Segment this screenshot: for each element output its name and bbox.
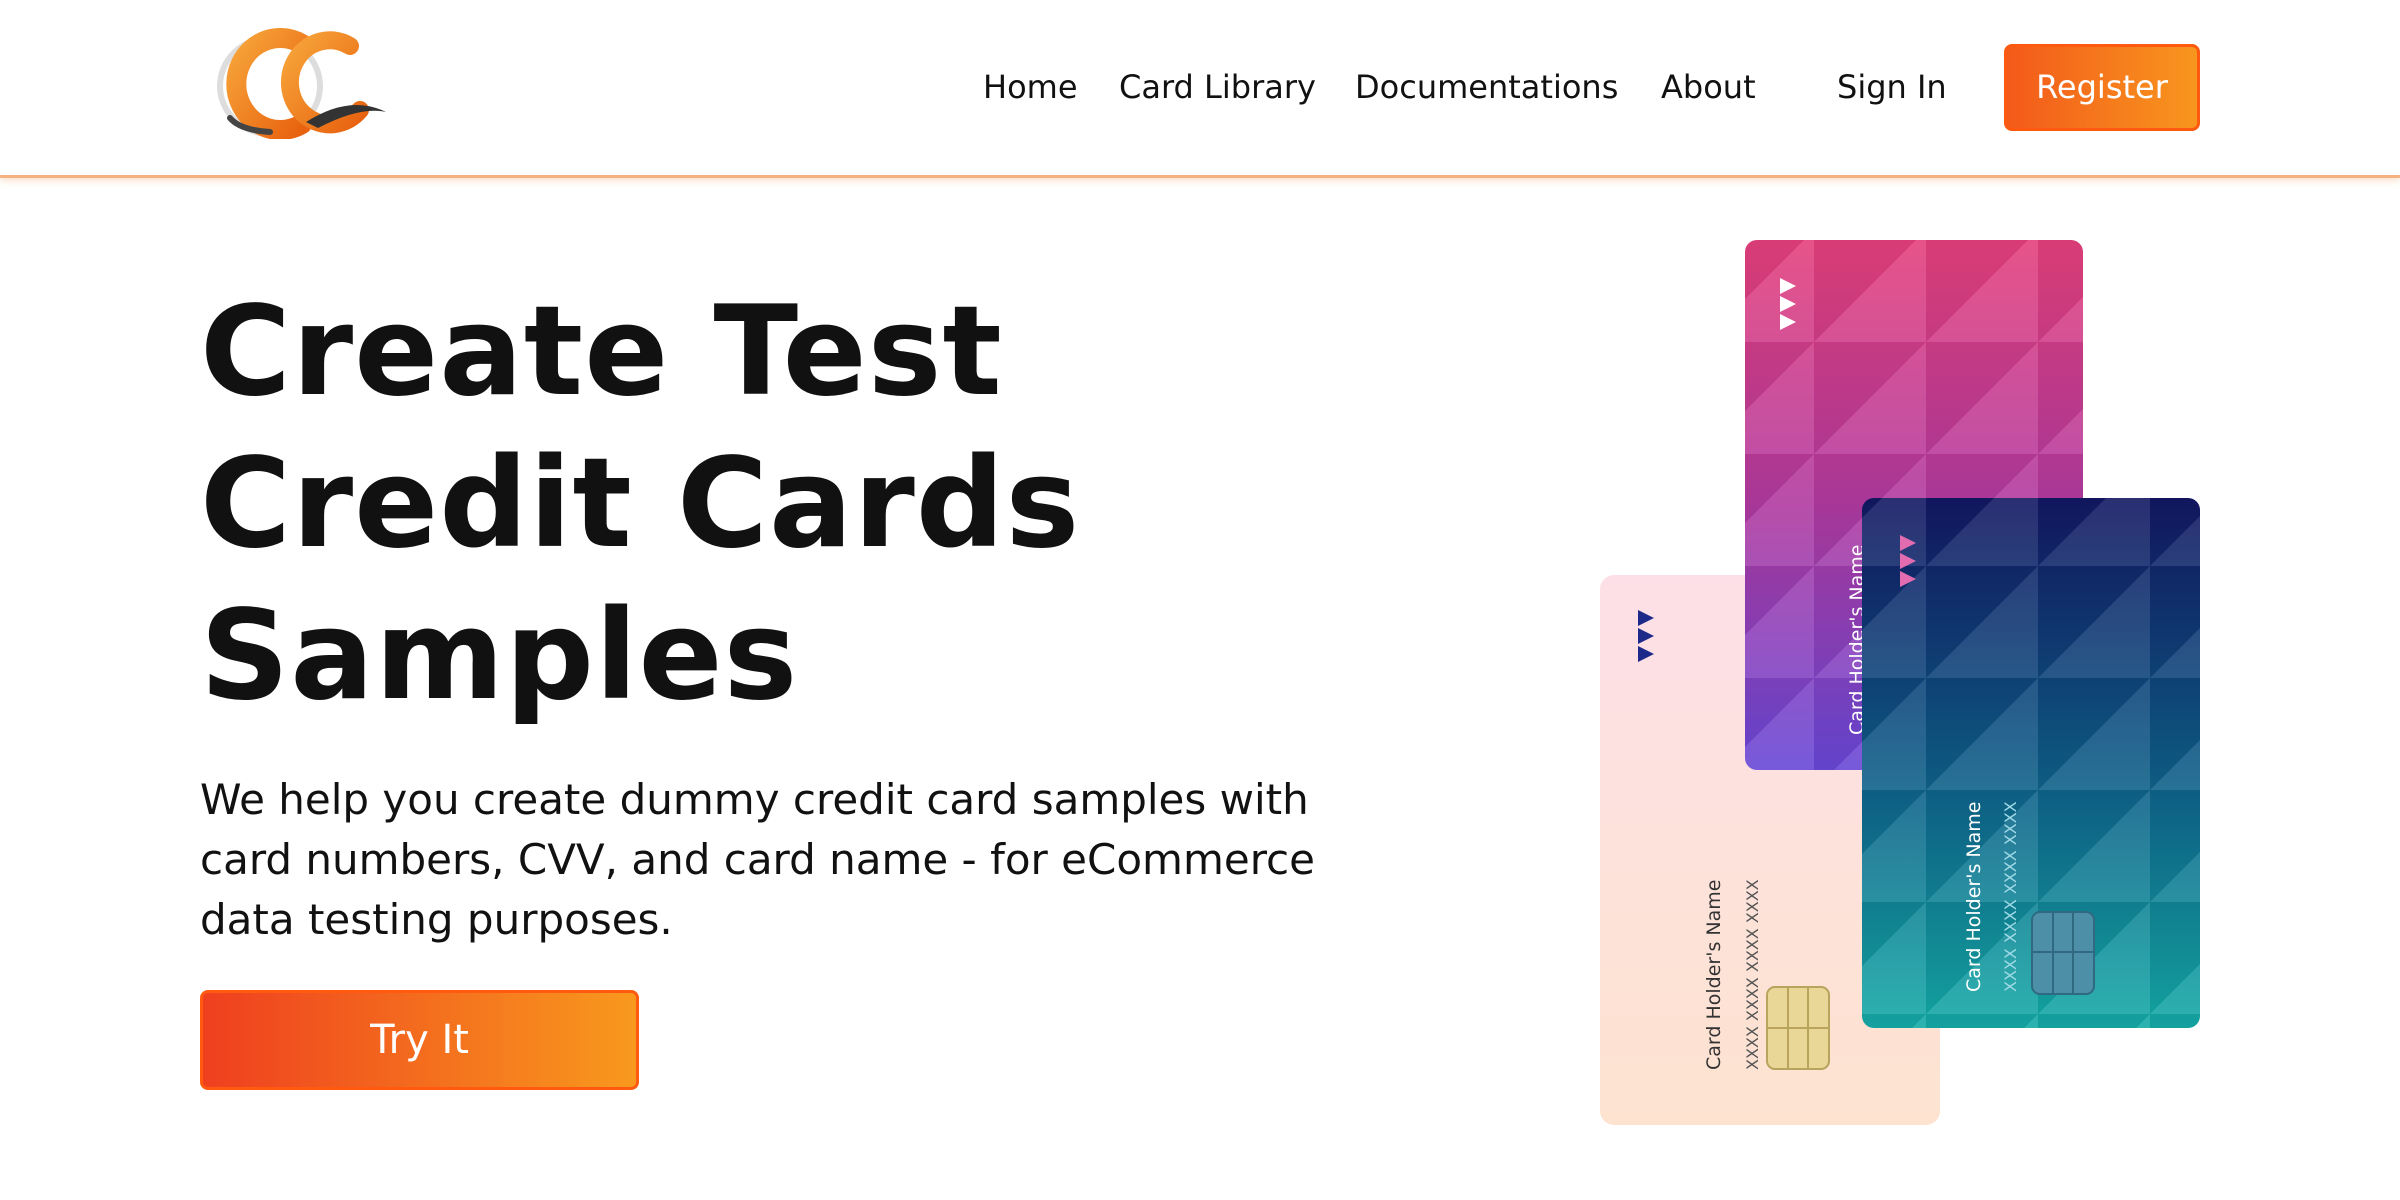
peach-card-holder: Card Holder's Name [1703, 880, 1725, 1070]
peach-card-number: XXXX XXXX XXXX XXXX [1743, 879, 1762, 1070]
teal-card-holder: Card Holder's Name [1963, 802, 1985, 992]
nav-sign-in[interactable]: Sign In [1837, 64, 1947, 110]
hero-title: Create Test Credit Cards Samples [200, 276, 1400, 732]
site-header: Home Card Library Documentations About S… [0, 0, 2400, 178]
hero-title-line-2: Credit Cards [200, 432, 1081, 576]
nav-home[interactable]: Home [983, 64, 1078, 110]
hero-title-line-3: Samples [200, 584, 799, 728]
hero-subtitle: We help you create dummy credit card sam… [200, 775, 1315, 944]
nav-about[interactable]: About [1661, 64, 1756, 110]
try-it-button[interactable]: Try It [200, 990, 639, 1090]
nav-card-library[interactable]: Card Library [1119, 64, 1316, 110]
credit-cards-graphic: Card Holder's Name XXXX XXXX XXXX XXXX C… [1600, 240, 2200, 1125]
teal-card: Card Holder's Name XXXX XXXX XXXX XXXX [1862, 498, 2200, 1028]
hero-title-line-1: Create Test [200, 280, 1003, 424]
teal-card-number: XXXX XXXX XXXX XXXX [2001, 801, 2020, 992]
page: Home Card Library Documentations About S… [0, 0, 2400, 1200]
card-illustration: Card Holder's Name XXXX XXXX XXXX XXXX C… [1590, 230, 2230, 1130]
nav-documentations[interactable]: Documentations [1355, 64, 1618, 110]
register-button[interactable]: Register [2004, 44, 2200, 131]
